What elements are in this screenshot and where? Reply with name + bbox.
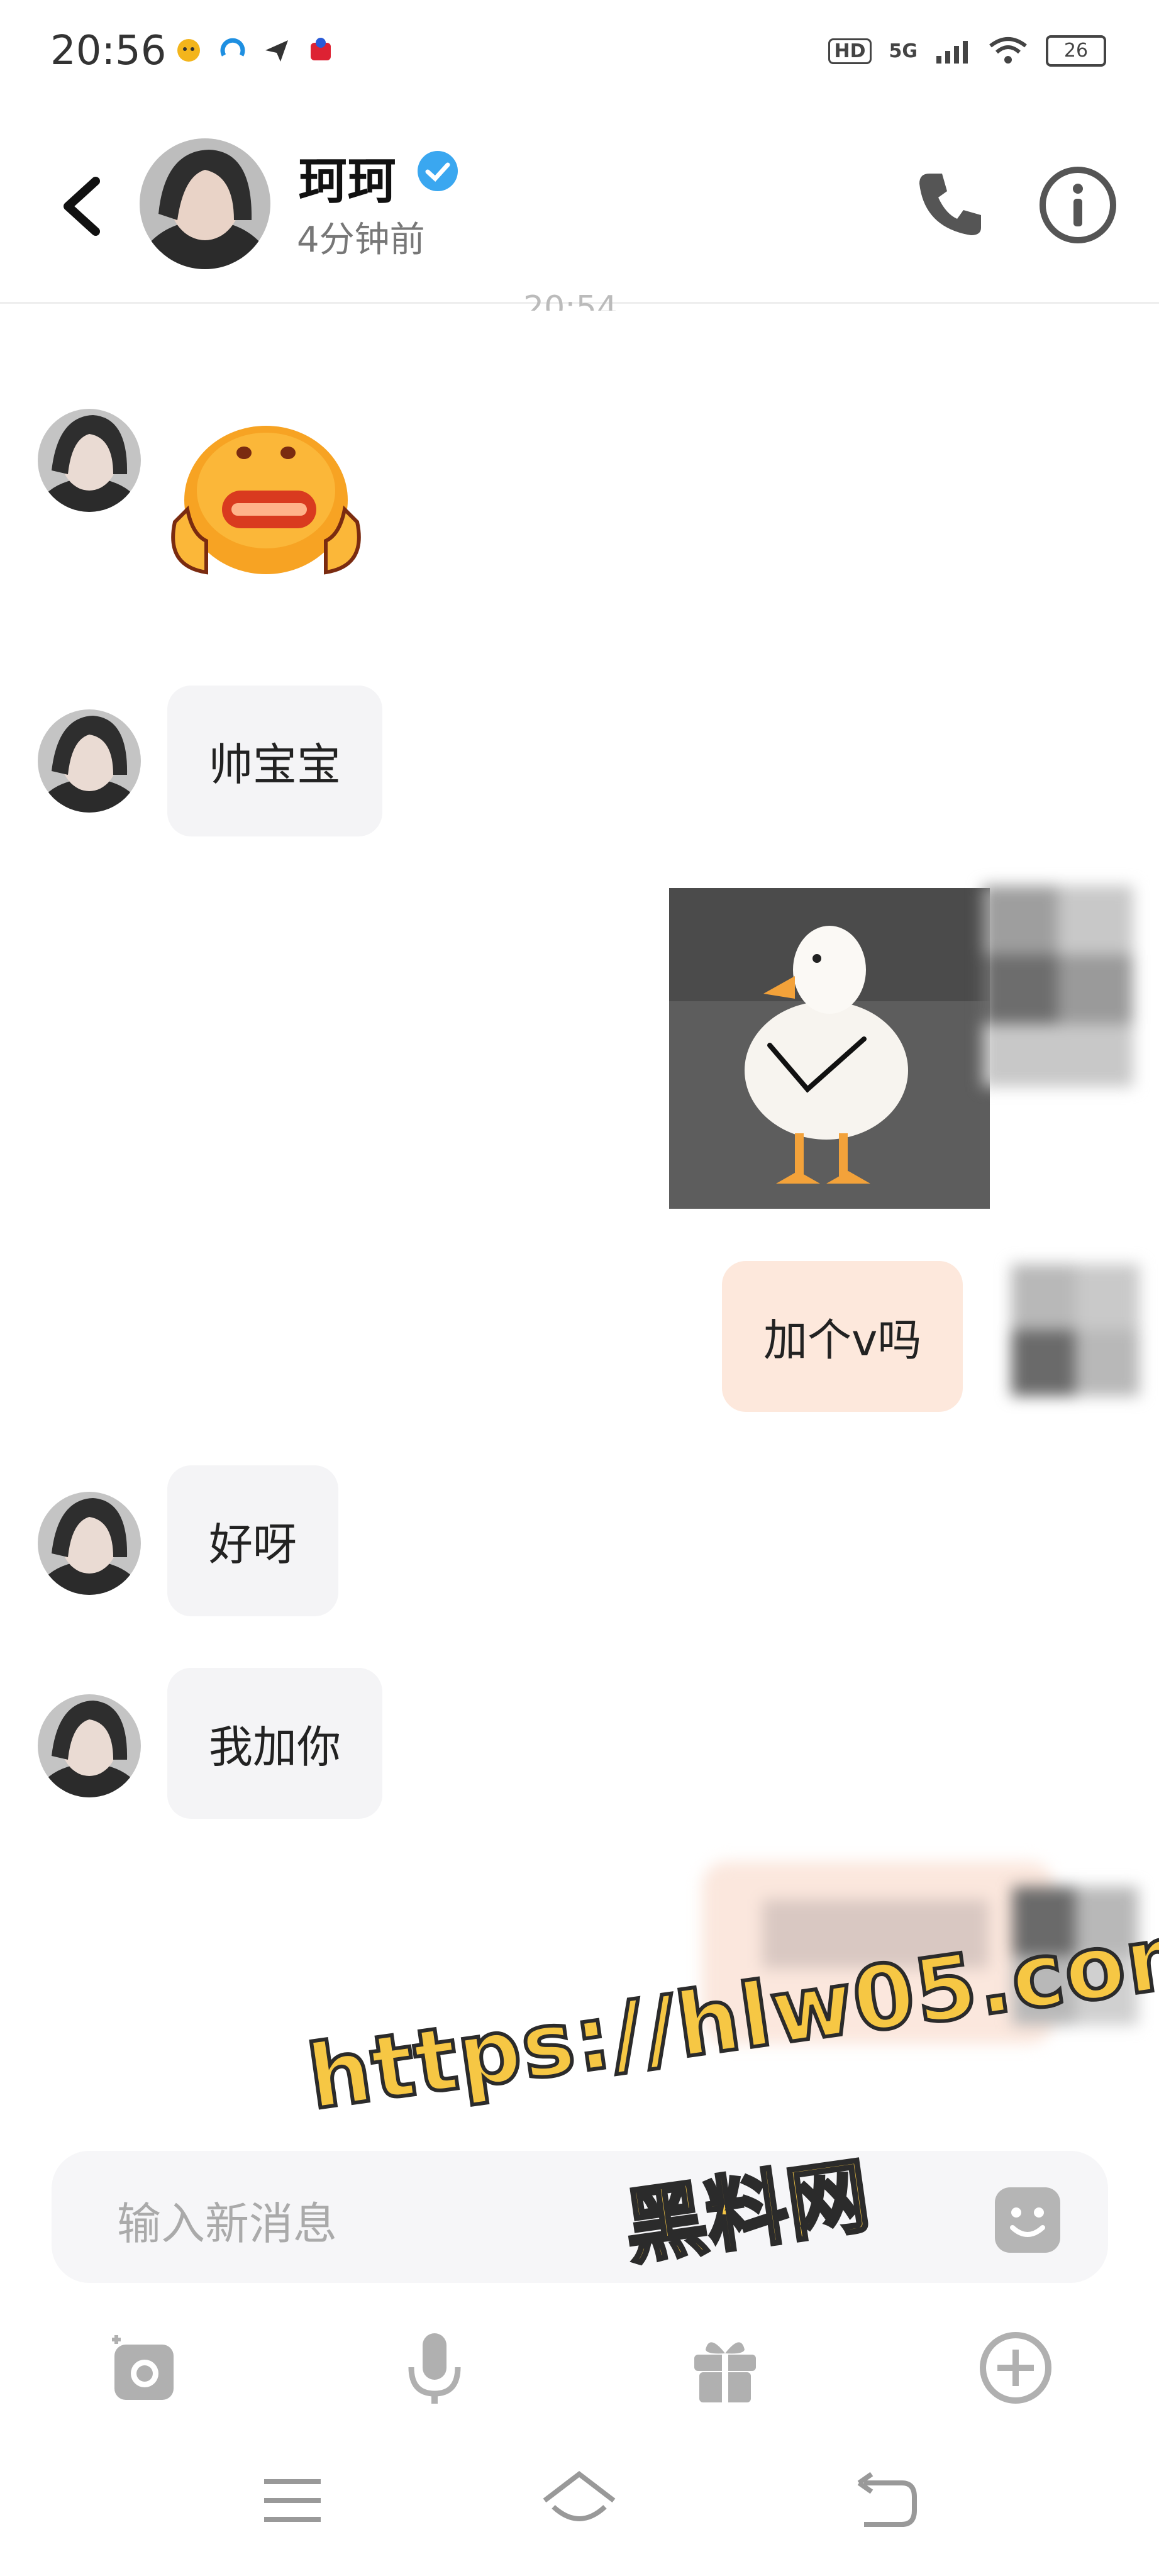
message-input-placeholder[interactable]: 输入新消息 (117, 2189, 337, 2252)
app-badge-icon (311, 38, 331, 60)
wifi-icon (989, 37, 1027, 64)
smiling-blob-sticker-icon[interactable] (162, 415, 376, 585)
phone-call-icon[interactable] (911, 165, 989, 243)
back-nav-icon[interactable] (845, 2465, 927, 2534)
status-system-icons: HD 5G 26 (828, 35, 1106, 67)
blurred-avatar (1011, 1264, 1140, 1396)
blurred-avatar (982, 886, 1133, 1087)
outgoing-message-bubble[interactable]: 加个v吗 (722, 1261, 963, 1412)
incoming-message-bubble[interactable]: 好呀 (167, 1465, 338, 1616)
duck-photo-icon (669, 888, 990, 1209)
network-indicator: 5G (889, 40, 918, 62)
contact-name: 珂珂 (298, 153, 397, 210)
status-notification-icons (175, 36, 335, 64)
sender-avatar[interactable] (38, 1694, 141, 1797)
message-text: 帅宝宝 (209, 738, 341, 791)
back-arrow-icon[interactable] (45, 169, 121, 244)
incoming-message-bubble[interactable]: 帅宝宝 (167, 686, 382, 836)
signal-icon (936, 41, 968, 64)
hd-indicator: HD (828, 38, 872, 64)
microphone-icon[interactable] (394, 2327, 475, 2409)
sender-avatar[interactable] (38, 409, 141, 512)
sender-avatar[interactable] (38, 1492, 141, 1595)
contact-avatar[interactable] (140, 138, 270, 269)
home-icon[interactable] (538, 2465, 620, 2534)
plus-icon[interactable] (975, 2327, 1056, 2409)
message-text: 我加你 (209, 1721, 341, 1773)
verified-badge-icon (418, 151, 458, 191)
sent-image-message[interactable] (669, 888, 990, 1209)
message-text: 加个v吗 (763, 1314, 922, 1366)
battery-level: 26 (1046, 35, 1106, 67)
send-arrow-icon (265, 40, 288, 62)
presence-status: 4分钟前 (297, 219, 425, 260)
message-text: 好呀 (209, 1518, 297, 1570)
message-timestamp: 20:54 (523, 289, 618, 311)
image-icon[interactable] (103, 2327, 185, 2409)
menu-icon[interactable] (252, 2465, 333, 2534)
emoji-icon[interactable] (992, 2185, 1063, 2255)
app-notification-icon (177, 39, 200, 62)
sender-avatar[interactable] (38, 709, 141, 813)
gift-icon[interactable] (684, 2327, 766, 2409)
loading-arc-icon (220, 38, 245, 57)
incoming-message-bubble[interactable]: 我加你 (167, 1668, 382, 1819)
status-time: 20:56 (50, 28, 167, 74)
info-icon[interactable] (1038, 165, 1118, 245)
